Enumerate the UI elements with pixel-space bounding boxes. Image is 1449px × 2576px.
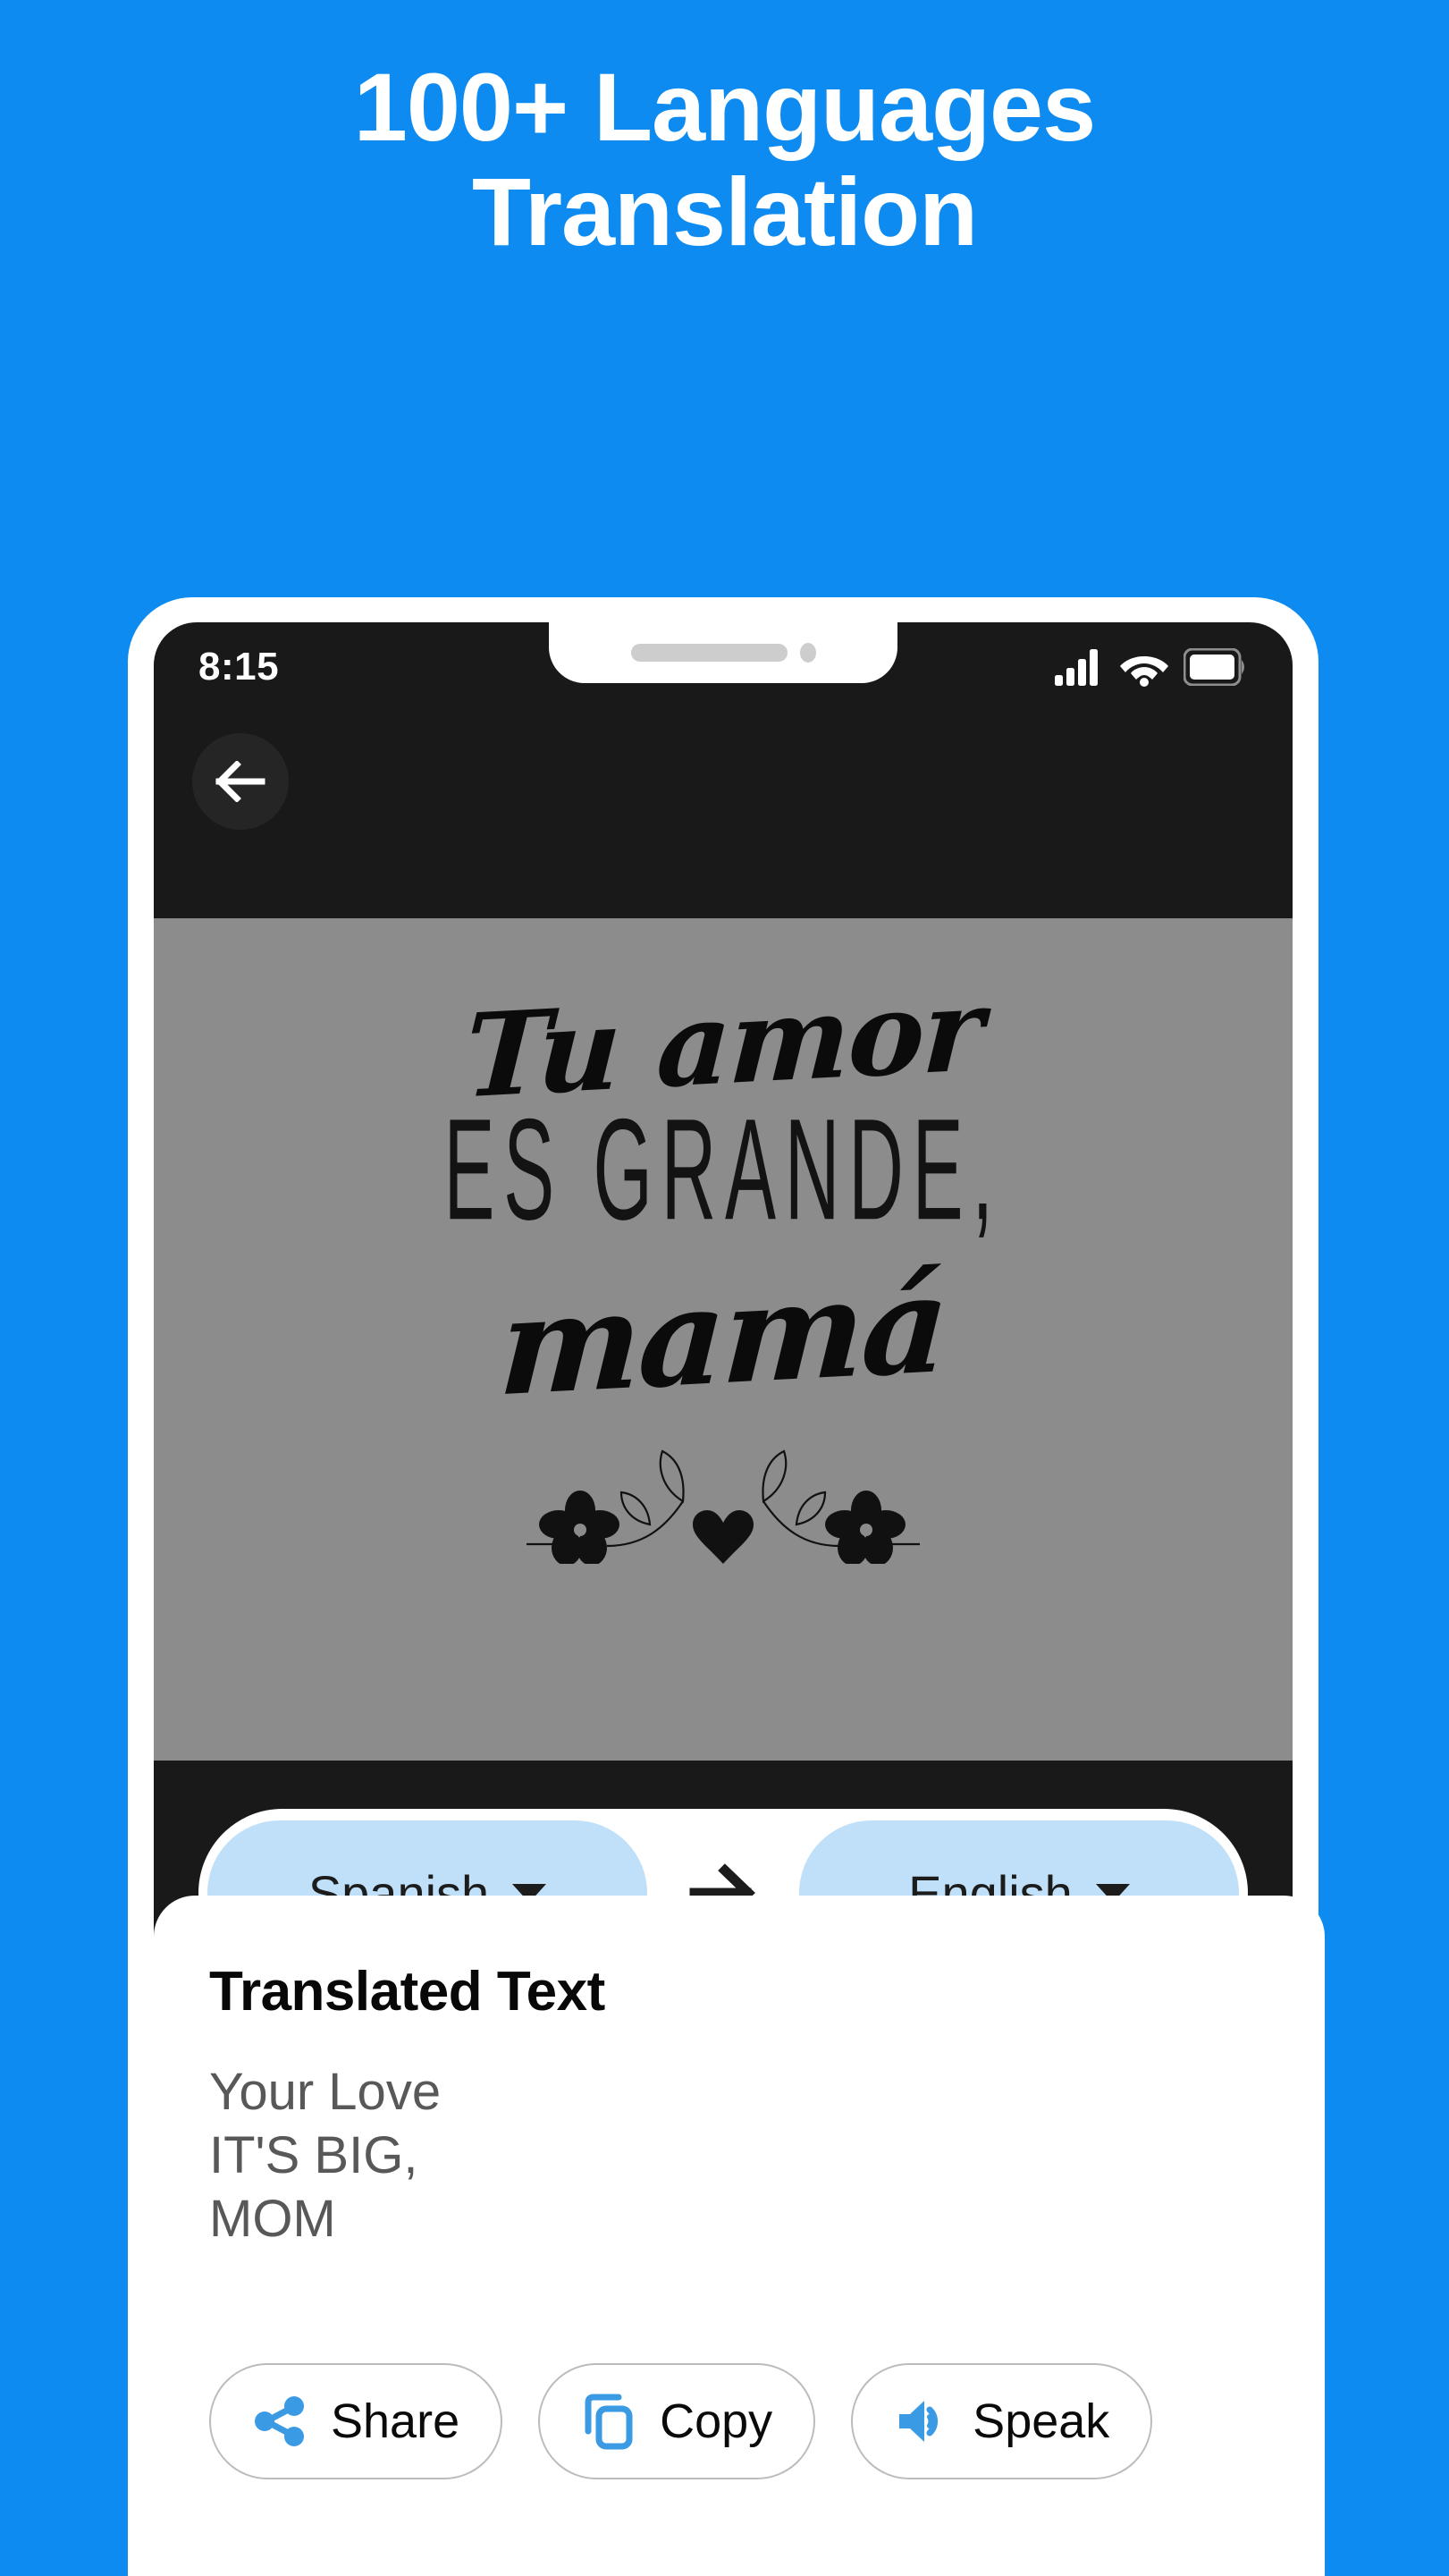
battery-icon [1184, 648, 1248, 686]
source-image-preview[interactable]: Tu amor ES GRANDE, mamá [154, 918, 1293, 1761]
copy-icon [581, 2392, 636, 2451]
poster-line-3: mamá [495, 1245, 951, 1427]
translated-text: Your Love IT'S BIG, MOM [209, 2063, 442, 2248]
poster-line-2: ES GRANDE, [443, 1090, 1003, 1251]
share-button[interactable]: Share [209, 2363, 503, 2479]
share-button-label: Share [331, 2394, 460, 2448]
cellular-signal-icon [1055, 648, 1105, 686]
headline-line-1: 100+ Languages [353, 53, 1096, 161]
promo-screenshot: 100+ Languages Translation 8:15 Tu amor … [0, 0, 1449, 2576]
action-button-group: Share Copy Speak [209, 2363, 1153, 2479]
earpiece-speaker-icon [630, 644, 788, 662]
status-icon-group [1055, 647, 1248, 687]
front-camera-icon [799, 643, 816, 663]
speaker-icon [894, 2394, 949, 2449]
headline-line-2: Translation [471, 156, 978, 266]
copy-button-label: Copy [660, 2394, 773, 2448]
speak-button-label: Speak [973, 2394, 1110, 2448]
poster-artwork: Tu amor ES GRANDE, mamá [154, 918, 1293, 1761]
phone-notch [549, 622, 897, 683]
copy-button[interactable]: Copy [538, 2363, 816, 2479]
speak-button[interactable]: Speak [851, 2363, 1153, 2479]
wifi-icon [1119, 647, 1169, 687]
share-icon [252, 2394, 307, 2449]
translation-result-card: Translated Text Your Love IT'S BIG, MOM … [154, 1896, 1325, 2576]
back-button[interactable] [192, 733, 289, 830]
page-title: 100+ Languages Translation [0, 55, 1449, 264]
arrow-left-icon [215, 761, 265, 802]
status-time: 8:15 [198, 645, 280, 688]
result-title: Translated Text [209, 1961, 605, 2023]
floral-heart-icon [473, 1412, 973, 1568]
